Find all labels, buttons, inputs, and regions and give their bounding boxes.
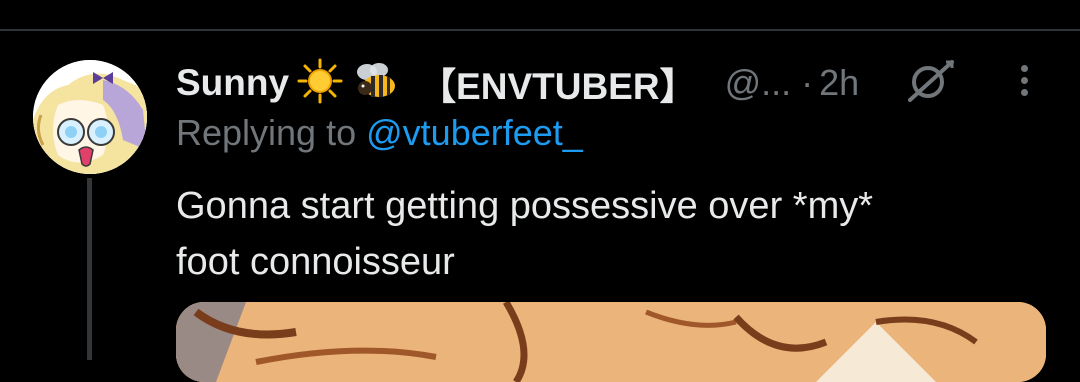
grok-slash-icon[interactable] xyxy=(902,56,958,106)
reply-prefix: Replying to xyxy=(176,112,357,153)
reply-mention-link[interactable]: @vtuberfeet_ xyxy=(366,112,583,153)
tweet-text-line: Gonna start getting possessive over *my* xyxy=(176,185,874,227)
thread-line xyxy=(87,178,92,360)
more-vertical-icon[interactable] xyxy=(1012,62,1036,102)
tweet-media-image[interactable] xyxy=(176,302,1046,382)
sun-emoji-icon xyxy=(297,58,343,109)
bee-emoji-icon xyxy=(351,58,401,109)
tweet-text-line: foot connoisseur xyxy=(176,241,455,283)
user-handle[interactable]: @... xyxy=(725,62,792,104)
name-suffix: 【ENVTUBER】 xyxy=(419,66,697,107)
avatar-illustration xyxy=(33,60,147,174)
tweet-text: Gonna start getting possessive over *my*… xyxy=(176,178,1016,290)
timestamp[interactable]: 2h xyxy=(819,62,859,104)
top-divider xyxy=(0,29,1080,31)
avatar[interactable] xyxy=(33,60,147,174)
tweet-header: Sunny 【ENVTUBER】 @... · 2h xyxy=(176,58,859,108)
replying-to: Replying to @vtuberfeet_ xyxy=(176,112,583,154)
display-name[interactable]: Sunny xyxy=(176,62,289,104)
separator-dot: · xyxy=(801,62,814,103)
